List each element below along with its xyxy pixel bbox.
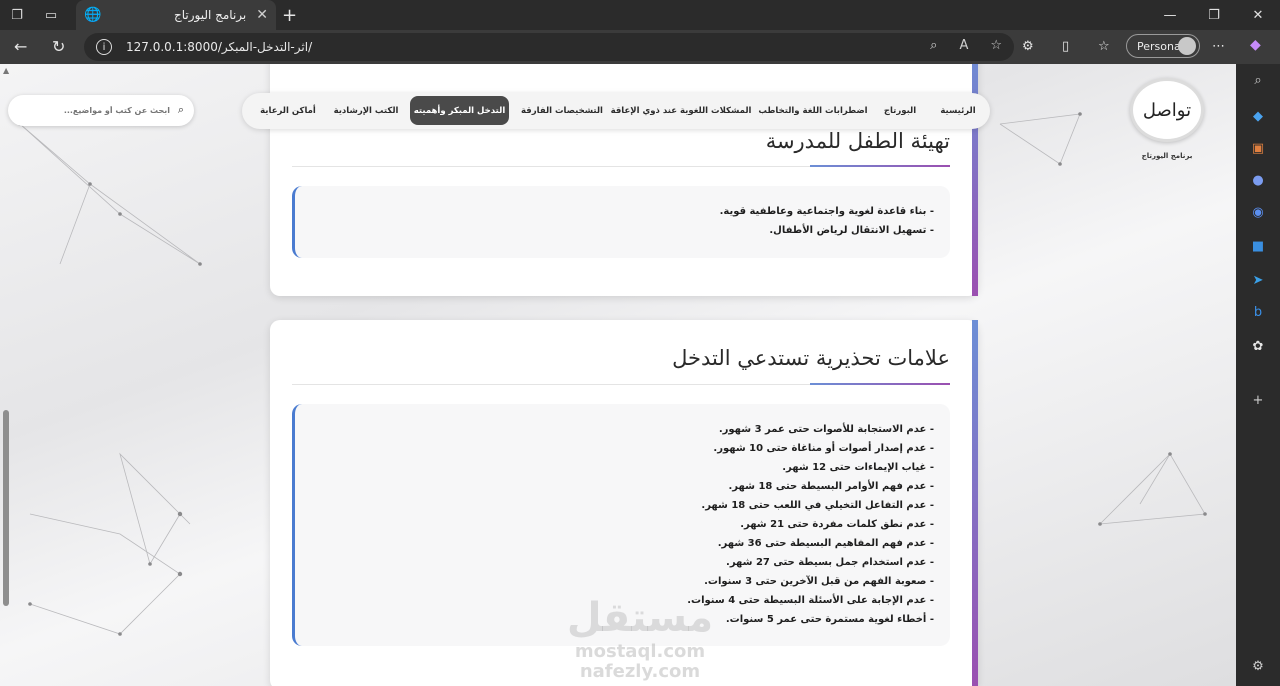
settings-gear-icon[interactable]: ⚙	[1250, 658, 1266, 674]
watermark-url: nafezly.com	[579, 661, 701, 682]
outlook-icon[interactable]: ■	[1250, 238, 1266, 254]
section-accent-line	[810, 165, 950, 167]
main-nav: الرئيسية البورتاج اضطرابات اللغة والتخاط…	[242, 93, 990, 129]
list-item: - عدم فهم المفاهيم البسيطة حتى 36 شهر.	[717, 538, 934, 549]
send-icon[interactable]: ➤	[1250, 272, 1266, 288]
nav-item-disability-language[interactable]: المشكلات اللغوية عند ذوي الإعاقة	[611, 93, 752, 129]
refresh-icon[interactable]: ↻	[52, 37, 65, 56]
list-item: - عدم فهم الأوامر البسيطة حتى 18 شهر.	[728, 481, 935, 492]
nav-item-home[interactable]: الرئيسية	[932, 93, 984, 129]
nav-item-portage[interactable]: البورتاج	[878, 93, 922, 129]
more-menu-icon[interactable]: ⋯	[1212, 39, 1225, 54]
search-icon[interactable]: ⌕	[1250, 72, 1266, 88]
address-bar-icons: ⌕ A ☆	[930, 38, 1002, 53]
back-icon[interactable]: ←	[14, 37, 27, 56]
openai-icon[interactable]: ✿	[1250, 338, 1266, 354]
list-item: - عدم إصدار أصوات أو مناغاة حتى 10 شهور.	[713, 443, 934, 454]
favorite-star-icon[interactable]: ☆	[990, 38, 1002, 53]
site-search: ⌕	[8, 95, 194, 126]
logo-subtitle: برنامج اليورتاج	[1141, 152, 1193, 160]
section-heading: علامات تحذيرية تستدعي التدخل	[672, 346, 950, 370]
browser-tab[interactable]: 🌐 برنامج اليورتاج ✕	[76, 0, 276, 30]
close-tab-icon[interactable]: ✕	[256, 7, 268, 23]
new-tab-button[interactable]: +	[282, 5, 297, 26]
add-sidebar-icon[interactable]: +	[1250, 392, 1266, 408]
list-item: - تسهيل الانتقال لرياض الأطفال.	[769, 225, 934, 236]
read-aloud-icon[interactable]: A	[959, 38, 968, 53]
scroll-up-icon[interactable]: ▲	[3, 66, 9, 75]
zoom-icon[interactable]: ⌕	[930, 38, 937, 53]
list-item: - عدم الاستجابة للأصوات حتى عمر 3 شهور.	[718, 424, 934, 435]
search-input[interactable]	[20, 106, 170, 115]
bing-icon[interactable]: b	[1250, 304, 1266, 320]
search-icon[interactable]: ⌕	[178, 103, 184, 117]
site-info-icon[interactable]: i	[96, 39, 112, 55]
close-window-icon[interactable]: ✕	[1236, 0, 1280, 30]
restore-icon[interactable]: ❐	[1192, 0, 1236, 30]
window-controls: — ❐ ✕	[1148, 0, 1280, 30]
nav-item-differential-diagnosis[interactable]: التشخيصات الفارقة	[518, 93, 606, 129]
watermark: مستقل mostaql.com nafezly.com	[560, 594, 720, 686]
tab-actions-icon[interactable]: ▭	[34, 0, 68, 30]
watermark-url: mostaql.com	[574, 641, 706, 662]
list-item: - عدم نطق كلمات مفردة حتى 21 شهر.	[740, 519, 934, 530]
url-text: 127.0.0.1:8000/اثر-التدخل-المبكر/	[126, 40, 313, 54]
nav-item-early-intervention[interactable]: التدخل المبكر وأهميته	[410, 96, 509, 125]
section-heading: تهيئة الطفل للمدرسة	[765, 129, 950, 153]
minimize-icon[interactable]: —	[1148, 0, 1192, 30]
scrollbar-thumb[interactable]	[3, 410, 9, 606]
shopping-tag-icon[interactable]: ◆	[1250, 108, 1266, 124]
watermark-logo-text: مستقل	[566, 595, 714, 641]
list-item: - صعوبة الفهم من قبل الآخرين حتى 3 سنوات…	[704, 576, 934, 587]
workspaces-icon[interactable]: ❐	[0, 0, 34, 30]
browser-tab-bar: ❐ ▭ 🌐 برنامج اليورتاج ✕ + — ❐ ✕	[0, 0, 1280, 30]
people-icon[interactable]: ●	[1250, 172, 1266, 188]
section-accent-line	[810, 383, 950, 385]
tools-briefcase-icon[interactable]: ▣	[1250, 140, 1266, 156]
nav-item-guide-books[interactable]: الكتب الإرشادية	[330, 93, 402, 129]
games-icon[interactable]: ◉	[1250, 204, 1266, 220]
copilot-icon[interactable]: ◆	[1250, 37, 1261, 53]
favorites-icon[interactable]: ☆	[1098, 39, 1110, 54]
avatar	[1178, 37, 1196, 55]
page-scrollbar[interactable]: ▲	[3, 64, 9, 686]
logo-text: تواصل	[1142, 99, 1192, 121]
site-logo[interactable]: تواصل	[1130, 78, 1204, 142]
section-list: - بناء قاعدة لغوية واجتماعية وعاطفية قوي…	[292, 186, 950, 258]
globe-icon: 🌐	[84, 7, 102, 23]
tab-title: برنامج اليورتاج	[173, 8, 247, 22]
profile-label: Personal	[1137, 39, 1184, 53]
browser-sidebar: ⌕ ◆ ▣ ● ◉ ■ ➤ b ✿ + ⚙	[1236, 64, 1280, 686]
browser-toolbar: ← ↻ i 127.0.0.1:8000/اثر-التدخل-المبكر/ …	[0, 30, 1280, 64]
split-screen-icon[interactable]: ▯	[1062, 39, 1069, 54]
list-item: - عدم استخدام جمل بسيطة حتى 27 شهر.	[726, 557, 934, 568]
profile-button[interactable]: Personal	[1126, 34, 1200, 58]
list-item: - بناء قاعدة لغوية واجتماعية وعاطفية قوي…	[719, 206, 934, 217]
list-item: - عدم التفاعل التخيلي في اللعب حتى 18 شه…	[701, 500, 934, 511]
nav-item-care-places[interactable]: أماكن الرعاية	[254, 93, 322, 129]
address-bar[interactable]: i 127.0.0.1:8000/اثر-التدخل-المبكر/ ⌕ A …	[84, 33, 1014, 61]
extensions-icon[interactable]: ⚙	[1022, 39, 1034, 54]
list-item: - غياب الإيماءات حتى 12 شهر.	[782, 462, 934, 473]
nav-item-language-disorders[interactable]: اضطرابات اللغة والتخاطب	[756, 93, 870, 129]
web-page: ▲ تهيئة الطفل للمدرسة - بناء قاعدة لغوية…	[0, 64, 1236, 686]
